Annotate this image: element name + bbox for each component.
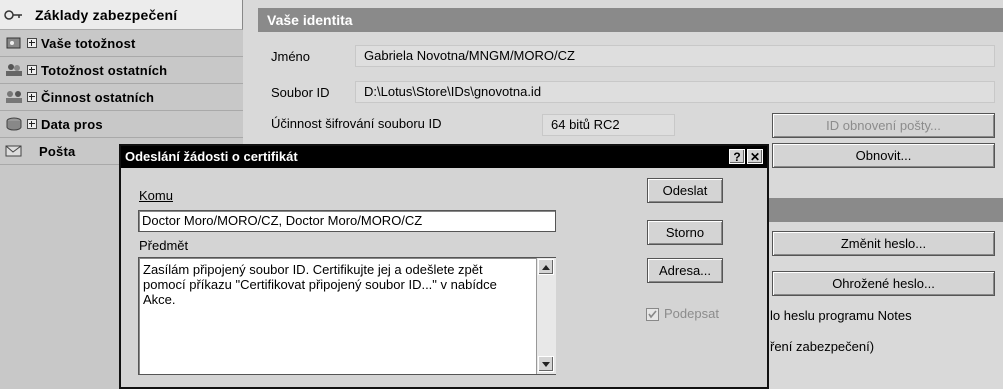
scroll-down-icon[interactable] [538, 356, 554, 372]
sidebar-item-label: Totožnost ostatních [41, 62, 168, 78]
scroll-up-icon[interactable] [538, 259, 554, 275]
sidebar-item-label: Vaše totožnost [41, 35, 136, 51]
name-label: Jméno [271, 49, 311, 64]
dialog-title: Odeslání žádosti o certifikát ? ✕ [121, 146, 767, 168]
encryption-value: 64 bitů RC2 [542, 114, 675, 136]
sidebar-item-others-activity[interactable]: Činnost ostatních [0, 84, 243, 111]
sidebar-item-label: Data pros [41, 116, 103, 132]
section-header: Vaše identita [258, 8, 1003, 32]
to-field[interactable]: Doctor Moro/MORO/CZ, Doctor Moro/MORO/CZ [138, 210, 556, 232]
subject-scrollbar[interactable] [536, 258, 556, 374]
send-button[interactable]: Odeslat [647, 178, 723, 203]
expand-icon[interactable] [27, 119, 37, 129]
compromised-password-button[interactable]: Ohrožené heslo... [772, 271, 995, 296]
checkmark-icon [648, 310, 657, 319]
file-value: D:\Lotus\Store\IDs\gnovotna.id [355, 81, 995, 103]
file-label: Soubor ID [271, 85, 330, 100]
key-icon [3, 7, 25, 23]
id-card-icon [3, 35, 25, 51]
dialog-title-text: Odeslání žádosti o certifikát [125, 149, 298, 164]
expand-icon[interactable] [27, 38, 37, 48]
mail-recovery-id-button[interactable]: ID obnovení pošty... [772, 113, 995, 138]
subject-field[interactable]: Zasílám připojený soubor ID. Certifikujt… [138, 257, 556, 375]
address-button[interactable]: Adresa... [647, 258, 723, 283]
subject-label: Předmět [139, 238, 189, 253]
security-settings-text: ření zabezpečení) [770, 339, 875, 354]
sidebar-item-label: Činnost ostatních [41, 89, 155, 105]
close-button[interactable]: ✕ [747, 149, 763, 164]
notes-password-text: lo heslu programu Notes [770, 308, 912, 323]
group-icon [3, 89, 25, 105]
to-label-text: Komu [139, 188, 173, 203]
expand-icon[interactable] [27, 92, 37, 102]
mail-icon [3, 143, 25, 159]
change-password-button[interactable]: Změnit heslo... [772, 231, 995, 256]
to-label: Komu [139, 188, 173, 203]
database-icon [3, 116, 25, 132]
expand-icon[interactable] [27, 65, 37, 75]
subject-text: Zasílám připojený soubor ID. Certifikujt… [143, 262, 497, 307]
sidebar-item-your-identity[interactable]: Vaše totožnost [0, 30, 243, 57]
sidebar-item-data[interactable]: Data pros [0, 111, 243, 138]
name-value: Gabriela Novotna/MNGM/MORO/CZ [355, 45, 995, 67]
encryption-label: Účinnost šifrování souboru ID [271, 116, 442, 131]
people-icon [3, 62, 25, 78]
sidebar-item-label: Pošta [39, 143, 76, 159]
cancel-button[interactable]: Storno [647, 220, 723, 245]
sidebar-item-security-basics[interactable]: Základy zabezpečení [0, 0, 243, 30]
sign-checkbox[interactable] [646, 308, 659, 321]
sign-label: Podepsat [664, 306, 719, 321]
help-button[interactable]: ? [729, 149, 745, 164]
sidebar-item-label: Základy zabezpečení [35, 6, 178, 23]
sidebar-item-others-identity[interactable]: Totožnost ostatních [0, 57, 243, 84]
refresh-button[interactable]: Obnovit... [772, 143, 995, 168]
certificate-request-dialog: Odeslání žádosti o certifikát ? ✕ Komu D… [119, 144, 769, 389]
